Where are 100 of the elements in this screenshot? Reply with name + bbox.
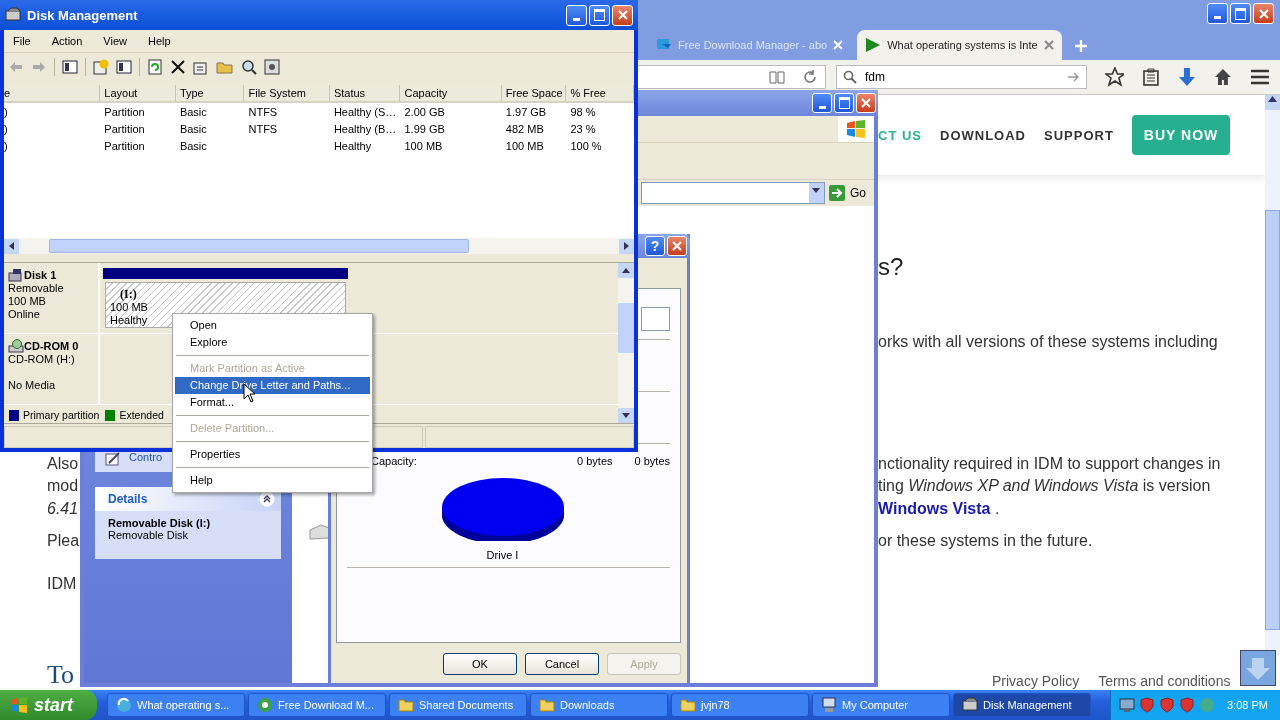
pane-icon[interactable] (116, 59, 132, 75)
play-icon (865, 37, 882, 53)
scroll-down-button[interactable] (1240, 650, 1276, 686)
scroll-up-icon[interactable] (622, 268, 630, 273)
drive-label: Drive I (485, 549, 520, 561)
reload-icon[interactable] (802, 70, 817, 84)
nav-link[interactable]: SUPPORT (1044, 127, 1114, 143)
taskbar-button[interactable]: My Computer (812, 693, 950, 717)
scroll-down-icon[interactable] (622, 413, 630, 418)
table-cell: 98 % (570, 105, 596, 118)
menu-item[interactable]: View (103, 35, 127, 47)
shield-icon[interactable] (1159, 697, 1175, 713)
drive-type: Removable Disk (107, 529, 190, 541)
restore-button[interactable] (1230, 3, 1251, 24)
taskbar-button[interactable]: Shared Documents (389, 693, 527, 717)
search-field[interactable]: fdm (835, 65, 1087, 89)
scroll-left-icon[interactable] (9, 241, 14, 250)
minimize-button[interactable] (812, 93, 832, 113)
disk-label[interactable]: CD-ROM 0 CD-ROM (H:) No Media (4, 334, 100, 404)
menu-item[interactable]: Properties (175, 446, 370, 463)
dialog-button[interactable]: OK (443, 653, 517, 675)
globe-icon (116, 697, 132, 713)
menu-item[interactable]: Help (175, 472, 370, 489)
column-header[interactable]: Free Space (501, 85, 567, 101)
go-arrow-icon[interactable] (1067, 72, 1080, 82)
menu-item[interactable]: Help (147, 35, 171, 47)
column-header[interactable]: Capacity (400, 85, 502, 101)
column-header[interactable]: e (4, 85, 101, 101)
close-button[interactable] (856, 93, 876, 113)
home-icon[interactable] (1214, 68, 1233, 86)
close-button[interactable] (612, 4, 633, 26)
paragraph-text: Also (47, 454, 79, 472)
delete-icon[interactable] (170, 59, 186, 75)
search-icon[interactable] (241, 59, 257, 75)
column-header[interactable]: Layout (100, 85, 176, 101)
minimize-button[interactable] (566, 4, 587, 26)
taskbar-button[interactable]: Free Download M... (248, 693, 386, 717)
table-cell: ) (4, 105, 8, 118)
bookmark-star-icon[interactable] (1104, 67, 1125, 87)
clipboard-icon[interactable] (1142, 68, 1161, 86)
text-link[interactable]: Windows Vista (878, 499, 991, 517)
address-field[interactable] (641, 182, 825, 204)
column-header[interactable]: % Free (566, 85, 634, 101)
reader-icon[interactable] (768, 70, 785, 84)
horizontal-scrollbar[interactable] (4, 238, 634, 254)
name-field[interactable] (641, 307, 670, 331)
shield-icon[interactable] (1139, 697, 1155, 713)
scroll-right-icon[interactable] (624, 241, 629, 250)
drive-name: Removable Disk (I:) (107, 516, 212, 529)
dialog-button[interactable]: Cancel (525, 653, 599, 675)
browser-tab[interactable]: What operating systems is Inte (857, 30, 1062, 60)
taskbar-button[interactable]: Disk Management (953, 693, 1091, 717)
go-button[interactable]: Go (829, 185, 874, 201)
refresh-icon[interactable] (147, 59, 163, 75)
maximize-button[interactable] (834, 93, 854, 113)
table-cell: Healthy (S… (333, 105, 397, 118)
paragraph-text: mod (47, 477, 79, 494)
table-cell: 23 % (570, 122, 596, 135)
menu-item[interactable]: Explore (175, 334, 370, 351)
task-link[interactable]: Contro (129, 451, 163, 463)
minimize-button[interactable] (1207, 3, 1228, 24)
maximize-button[interactable] (589, 4, 610, 26)
menu-item[interactable]: Action (51, 35, 83, 47)
menu-item[interactable]: Format... (175, 394, 370, 411)
table-cell: ) (4, 122, 8, 135)
column-header[interactable]: Type (175, 85, 245, 101)
menu-item[interactable]: File (13, 35, 31, 47)
disk-management-icon (962, 697, 978, 713)
pane-icon[interactable] (62, 59, 78, 75)
nav-link[interactable]: DOWNLOAD (940, 127, 1026, 143)
panel-title: Details (108, 492, 148, 506)
taskbar-button[interactable]: Downloads (530, 693, 668, 717)
shield-icon[interactable] (1179, 697, 1195, 713)
address-field[interactable] (637, 65, 826, 89)
taskbar-button[interactable]: jvjn78 (671, 693, 809, 717)
new-tab-icon[interactable] (1073, 39, 1088, 53)
close-button[interactable] (1253, 3, 1274, 24)
taskbar-button[interactable]: What operating s... (107, 693, 245, 717)
footer-link[interactable]: Terms and conditions (1098, 673, 1231, 689)
footer-link[interactable]: Privacy Policy (992, 673, 1080, 689)
help-button[interactable]: ? (645, 236, 665, 256)
dropdown-arrow-icon[interactable] (812, 188, 821, 193)
table-cell: Partition (104, 105, 145, 118)
close-button[interactable] (667, 236, 687, 256)
close-icon (1258, 8, 1269, 19)
vertical-scrollbar[interactable] (618, 263, 634, 423)
close-icon[interactable] (1043, 40, 1054, 50)
column-header[interactable]: File System (244, 85, 330, 101)
properties-icon[interactable] (193, 59, 209, 75)
download-icon[interactable] (1178, 67, 1197, 87)
paragraph-text: 6.41 (47, 499, 79, 517)
menu-icon[interactable] (1250, 69, 1270, 85)
table-cell: 482 MB (505, 122, 544, 135)
scrollbar[interactable] (1265, 95, 1280, 655)
site-logo[interactable]: To (47, 660, 75, 690)
table-cell: 100 MB (404, 139, 443, 152)
column-header[interactable]: Status (329, 85, 401, 101)
capacity-value: 0 bytes (634, 455, 670, 467)
start-button[interactable]: start (0, 690, 97, 720)
disk-label[interactable]: Disk 1 Removable 100 MB Online (4, 263, 100, 333)
